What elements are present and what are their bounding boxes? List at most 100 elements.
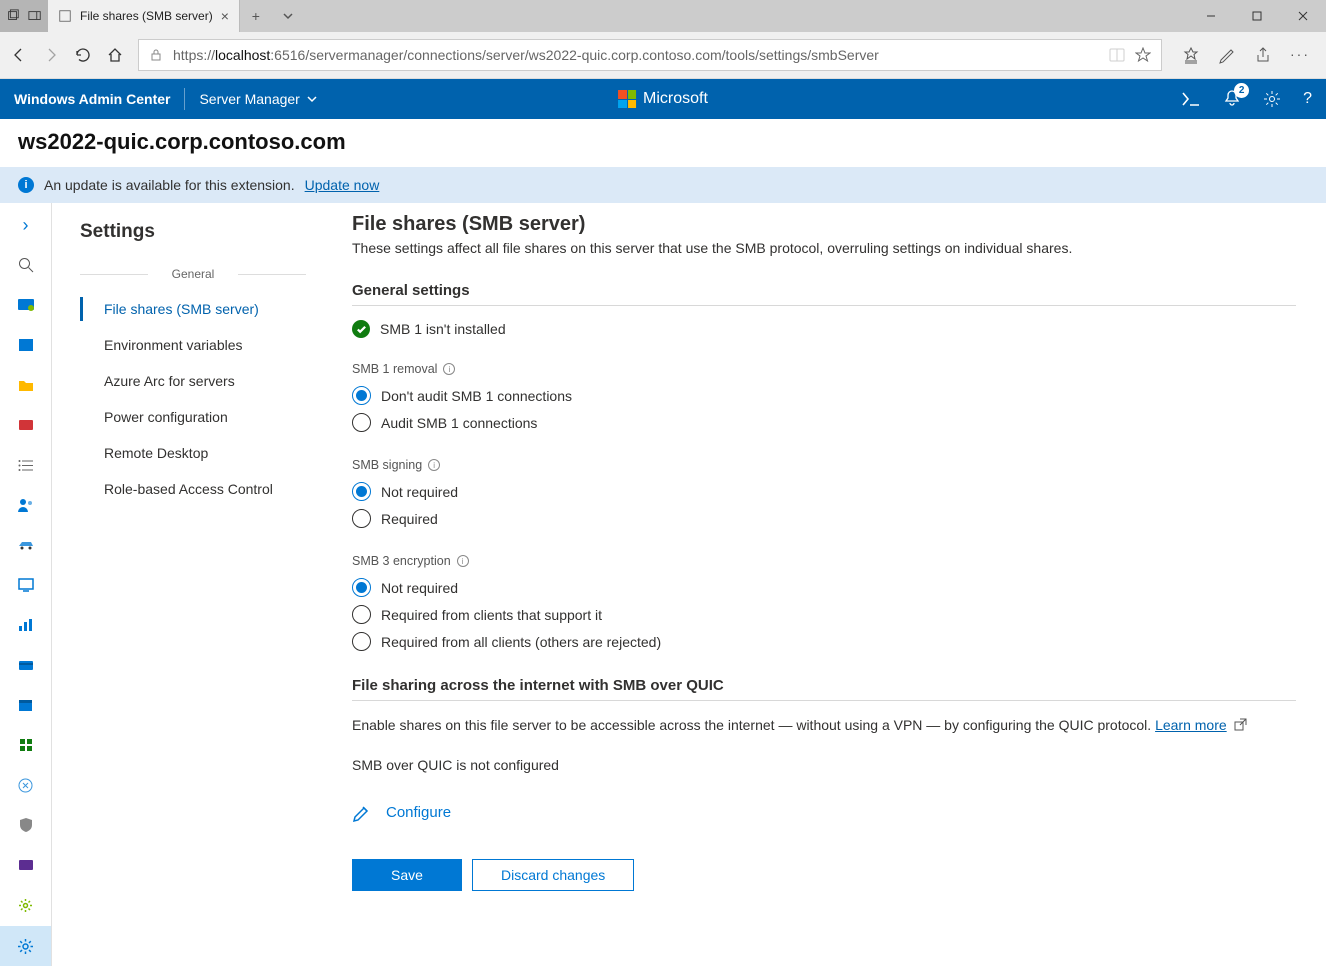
tool-iconbar: › xyxy=(0,203,52,966)
back-button[interactable] xyxy=(10,46,28,64)
tab-list-button[interactable] xyxy=(272,0,304,32)
expand-nav-button[interactable]: › xyxy=(16,215,36,235)
info-icon[interactable]: i xyxy=(428,459,440,471)
tab-title: File shares (SMB server) xyxy=(80,9,213,23)
external-link-icon xyxy=(1234,716,1247,737)
nav-env-vars[interactable]: Environment variables xyxy=(80,327,322,363)
reading-view-icon[interactable] xyxy=(1109,48,1125,62)
gear-small-icon[interactable] xyxy=(16,895,36,915)
tab-page-icon xyxy=(58,9,72,23)
files-icon[interactable] xyxy=(16,375,36,395)
configure-button[interactable]: Configure xyxy=(352,803,1296,823)
gear-icon[interactable] xyxy=(1263,90,1281,108)
radio-enc-not-required[interactable]: Not required xyxy=(352,574,1296,601)
info-icon[interactable]: i xyxy=(443,363,455,375)
settings-nav-icon[interactable] xyxy=(0,926,51,966)
window-stack-icon[interactable] xyxy=(6,9,20,23)
radio-dont-audit[interactable]: Don't audit SMB 1 connections xyxy=(352,382,1296,409)
general-settings-heading: General settings xyxy=(352,282,1296,306)
update-now-link[interactable]: Update now xyxy=(305,177,380,193)
smb-signing-label: SMB signing i xyxy=(352,458,1296,472)
wac-header: Windows Admin Center Server Manager Micr… xyxy=(0,79,1326,119)
search-icon[interactable] xyxy=(16,255,36,275)
circle-x-icon[interactable] xyxy=(16,775,36,795)
help-icon[interactable]: ? xyxy=(1303,90,1312,108)
apps-icon[interactable] xyxy=(16,735,36,755)
chart-icon[interactable] xyxy=(16,615,36,635)
notes-icon[interactable] xyxy=(1218,46,1236,64)
settings-heading: Settings xyxy=(80,221,322,243)
maximize-button[interactable] xyxy=(1234,0,1280,32)
radio-enc-all[interactable]: Required from all clients (others are re… xyxy=(352,628,1296,655)
nav-remote-desktop[interactable]: Remote Desktop xyxy=(80,435,322,471)
content-subtitle: These settings affect all file shares on… xyxy=(352,240,1296,256)
favorites-list-icon[interactable] xyxy=(1182,46,1200,64)
forward-button[interactable] xyxy=(42,46,60,64)
vehicle-icon[interactable] xyxy=(16,535,36,555)
quic-heading: File sharing across the internet with SM… xyxy=(352,677,1296,701)
content-area: File shares (SMB server) These settings … xyxy=(322,203,1326,966)
learn-more-link[interactable]: Learn more xyxy=(1155,717,1227,733)
lock-icon xyxy=(149,48,163,62)
quic-description: Enable shares on this file server to be … xyxy=(352,715,1296,737)
settings-nav: File shares (SMB server) Environment var… xyxy=(80,291,322,507)
address-bar[interactable]: https://localhost:6516/servermanager/con… xyxy=(138,39,1162,71)
window-dock-icon[interactable] xyxy=(28,9,42,23)
nav-power[interactable]: Power configuration xyxy=(80,399,322,435)
info-icon: i xyxy=(18,177,34,193)
radio-signing-required[interactable]: Required xyxy=(352,505,1296,532)
new-tab-button[interactable]: + xyxy=(240,0,272,32)
action-bar: Save Discard changes xyxy=(352,859,1296,891)
minimize-button[interactable] xyxy=(1188,0,1234,32)
notification-text: An update is available for this extensio… xyxy=(44,177,295,193)
save-button[interactable]: Save xyxy=(352,859,462,891)
azure-icon[interactable] xyxy=(16,335,36,355)
shield-icon[interactable] xyxy=(16,815,36,835)
calendar-icon[interactable] xyxy=(16,695,36,715)
radio-enc-supported[interactable]: Required from clients that support it xyxy=(352,601,1296,628)
content-title: File shares (SMB server) xyxy=(352,213,1296,236)
window-controls xyxy=(1188,0,1326,32)
refresh-button[interactable] xyxy=(74,46,92,64)
notifications-button[interactable]: 2 xyxy=(1223,89,1241,110)
radio-signing-not-required[interactable]: Not required xyxy=(352,478,1296,505)
home-button[interactable] xyxy=(106,46,124,64)
browser-titlebar: File shares (SMB server) × + xyxy=(0,0,1326,32)
card-icon[interactable] xyxy=(16,655,36,675)
tab-close-icon[interactable]: × xyxy=(221,8,229,24)
close-window-button[interactable] xyxy=(1280,0,1326,32)
certificates-icon[interactable] xyxy=(16,415,36,435)
smb1-status: SMB 1 isn't installed xyxy=(352,320,1296,338)
smb1-removal-label: SMB 1 removal i xyxy=(352,362,1296,376)
discard-button[interactable]: Discard changes xyxy=(472,859,634,891)
pencil-icon xyxy=(352,803,372,823)
nav-azure-arc[interactable]: Azure Arc for servers xyxy=(80,363,322,399)
users-icon[interactable] xyxy=(16,495,36,515)
powershell-icon[interactable] xyxy=(1181,91,1201,107)
product-name[interactable]: Windows Admin Center xyxy=(14,91,170,107)
nav-file-shares[interactable]: File shares (SMB server) xyxy=(80,291,322,327)
purple-block-icon[interactable] xyxy=(16,855,36,875)
smb3-encryption-group: Not required Required from clients that … xyxy=(352,574,1296,655)
favorite-icon[interactable] xyxy=(1135,47,1151,63)
notification-badge: 2 xyxy=(1234,83,1249,98)
page-title: ws2022-quic.corp.contoso.com xyxy=(18,129,1308,155)
share-icon[interactable] xyxy=(1254,46,1272,64)
monitor-icon[interactable] xyxy=(16,575,36,595)
browser-toolbar: https://localhost:6516/servermanager/con… xyxy=(0,32,1326,79)
more-icon[interactable]: ··· xyxy=(1290,46,1310,64)
radio-audit[interactable]: Audit SMB 1 connections xyxy=(352,409,1296,436)
microsoft-logo: Microsoft xyxy=(618,90,708,108)
list-icon[interactable] xyxy=(16,455,36,475)
smb3-encryption-label: SMB 3 encryption i xyxy=(352,554,1296,568)
settings-group-label: General xyxy=(80,267,306,281)
breadcrumb[interactable]: Server Manager xyxy=(199,91,317,107)
overview-icon[interactable] xyxy=(16,295,36,315)
check-icon xyxy=(352,320,370,338)
quic-status: SMB over QUIC is not configured xyxy=(352,757,1296,773)
settings-panel: Settings General File shares (SMB server… xyxy=(52,203,322,966)
info-icon[interactable]: i xyxy=(457,555,469,567)
browser-tab[interactable]: File shares (SMB server) × xyxy=(48,0,240,32)
nav-rbac[interactable]: Role-based Access Control xyxy=(80,471,322,507)
titlebar-app-buttons xyxy=(0,0,48,32)
